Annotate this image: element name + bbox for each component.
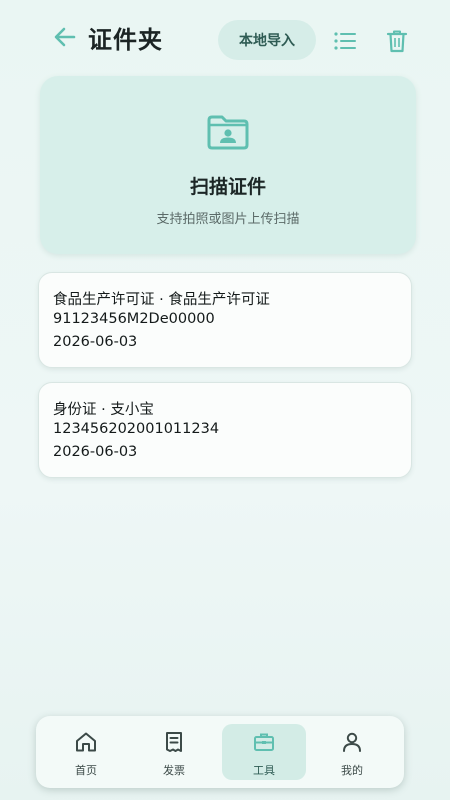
screen: 证件夹 本地导入 扫描证件 支持拍照或图片上传扫描 食品生产许可证 · 食品生产… [0,0,450,800]
nav-item-home[interactable]: 首页 [44,724,128,780]
document-card[interactable]: 食品生产许可证 · 食品生产许可证 91123456M2De00000 2026… [38,272,412,368]
bottom-nav: 首页 发票 工具 我的 [36,716,404,788]
back-button[interactable] [50,22,80,52]
toolbox-icon [254,733,274,751]
scan-document-card[interactable]: 扫描证件 支持拍照或图片上传扫描 [40,76,416,254]
home-icon [76,732,96,752]
nav-label: 工具 [253,764,275,777]
nav-label: 首页 [75,764,97,777]
nav-item-invoice[interactable]: 发票 [132,724,216,780]
document-date: 2026-06-03 [53,444,138,460]
delete-button[interactable] [384,28,410,54]
nav-item-tools[interactable]: 工具 [222,724,306,780]
user-icon [343,732,361,752]
local-import-button[interactable]: 本地导入 [218,20,316,60]
nav-label: 我的 [341,764,363,777]
trash-icon [386,30,408,53]
document-number: 123456202001011234 [53,421,220,437]
page-title: 证件夹 [88,26,163,54]
header: 证件夹 本地导入 [0,0,450,80]
arrow-left-icon [54,27,76,47]
document-title: 食品生产许可证 · 食品生产许可证 [53,292,270,308]
scan-title: 扫描证件 [189,176,266,198]
document-card[interactable]: 身份证 · 支小宝 123456202001011234 2026-06-03 [38,382,412,478]
document-number: 91123456M2De00000 [53,311,215,327]
receipt-icon [166,732,182,752]
document-date: 2026-06-03 [53,334,138,350]
folder-id-icon [207,115,249,150]
document-title: 身份证 · 支小宝 [53,402,154,418]
nav-label: 发票 [163,764,185,777]
list-icon [334,32,356,50]
scan-subtitle: 支持拍照或图片上传扫描 [156,212,300,227]
nav-item-profile[interactable]: 我的 [310,724,394,780]
list-view-button[interactable] [332,28,358,54]
